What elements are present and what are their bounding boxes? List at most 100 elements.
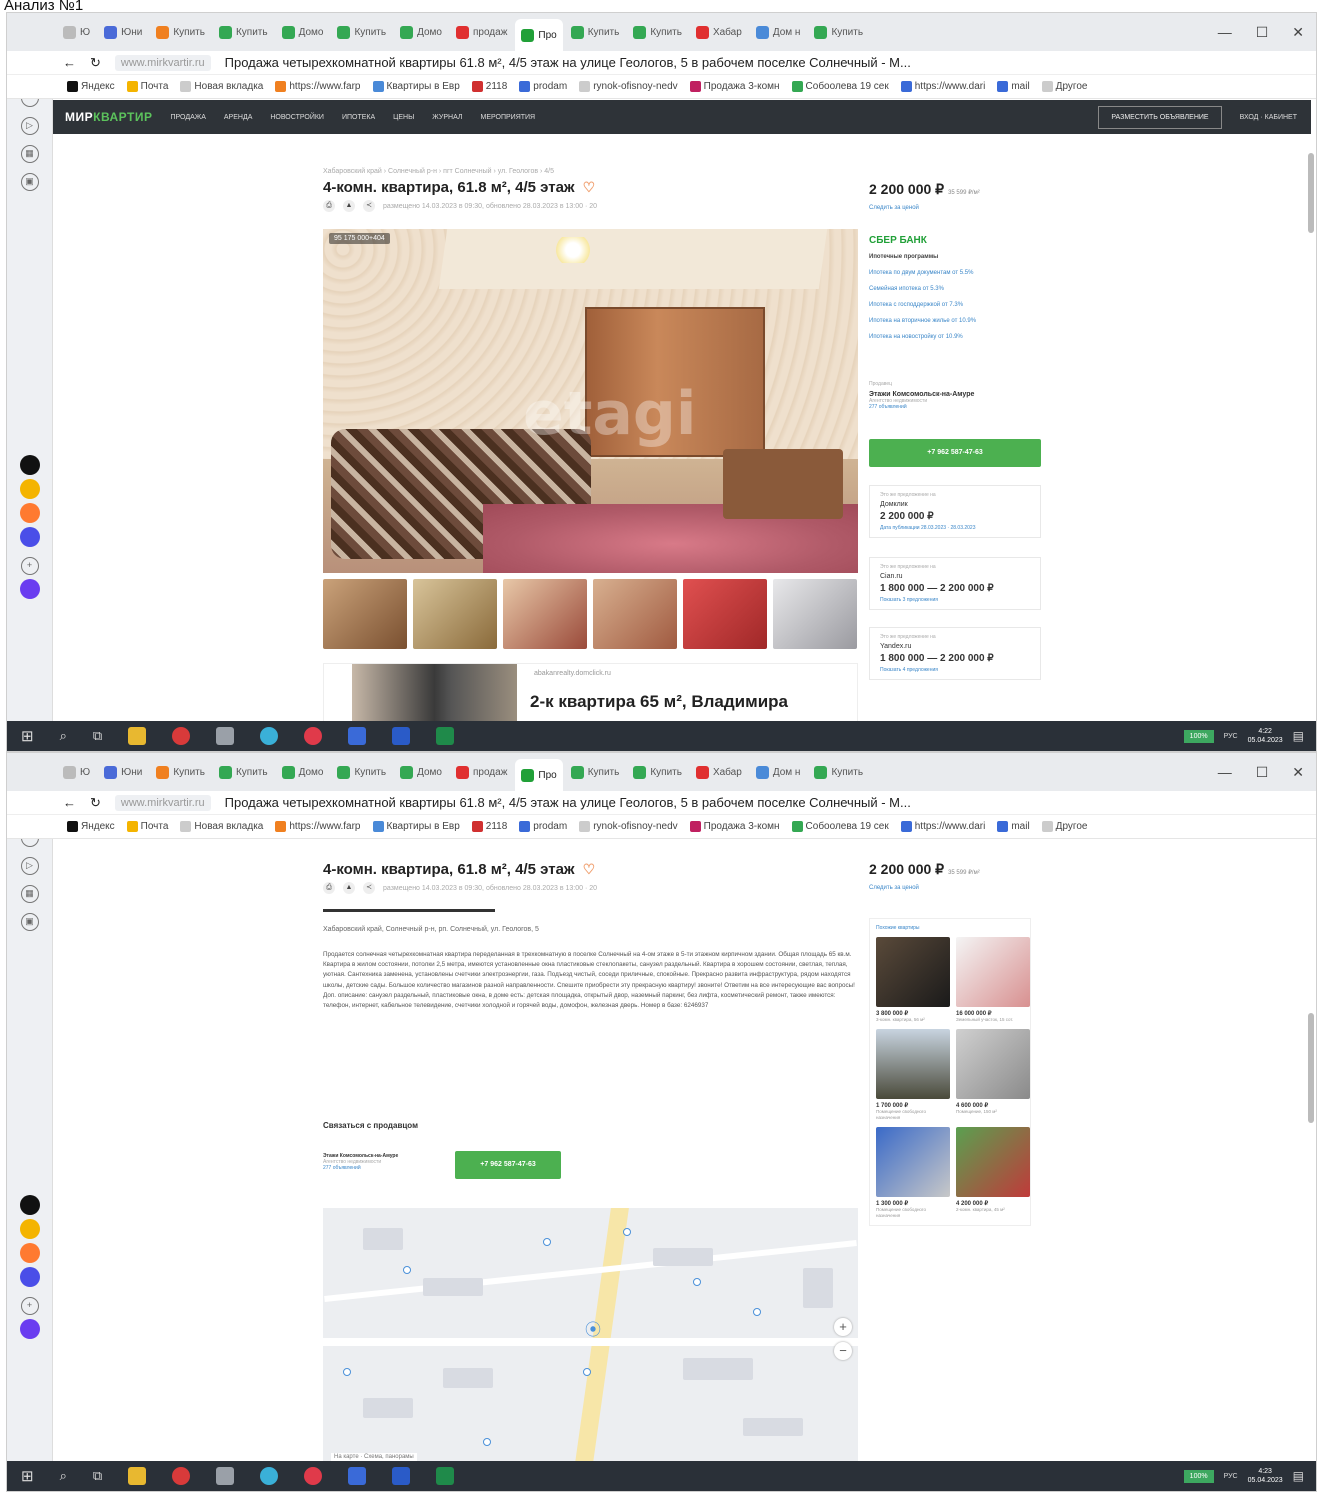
browser-tab[interactable]: Купить [331, 758, 392, 786]
bookmark-item[interactable]: https://www.dari [900, 821, 985, 832]
zoom-out-icon[interactable]: − [834, 1342, 852, 1360]
bookmark-item[interactable]: Почта [126, 81, 168, 92]
bookmark-item[interactable]: Продажа 3-комн [689, 81, 780, 92]
browser-tab[interactable]: Купить [808, 758, 869, 786]
alert-icon[interactable]: ▲ [343, 200, 355, 212]
site-nav-item[interactable]: НОВОСТРОЙКИ [270, 114, 324, 121]
battery-indicator[interactable]: 100% [1183, 729, 1214, 743]
map-caption[interactable]: На карте · Схема, панорамы [331, 1453, 417, 1461]
history-link[interactable]: Показать 4 предложения [880, 667, 1030, 673]
browser-tab[interactable]: Купить [331, 18, 392, 46]
browser-tab[interactable]: Купить [808, 18, 869, 46]
heart-icon[interactable]: ♡ [583, 861, 596, 878]
maximize-icon[interactable]: ☐ [1256, 764, 1269, 781]
back-icon[interactable]: ← [63, 795, 76, 810]
search-icon[interactable]: ⌕ [60, 728, 67, 744]
main-photo[interactable]: 95 175 000+404 etagi [323, 229, 858, 573]
site-nav-item[interactable]: ЦЕНЫ [393, 114, 414, 121]
thumbnail[interactable] [683, 579, 767, 649]
yandex-browser-icon[interactable] [172, 1467, 191, 1485]
battery-indicator[interactable]: 100% [1183, 1469, 1214, 1483]
agent-name[interactable]: Этажи Комсомольск-на-Амуре [869, 391, 1049, 398]
thumbnail[interactable] [323, 579, 407, 649]
bookmark-item[interactable]: rynok-ofisnoy-nedv [579, 821, 678, 832]
windows-icon[interactable]: ⊞ [21, 1467, 34, 1485]
taskview-icon[interactable]: ⧉ [93, 728, 102, 744]
app-icon[interactable] [348, 727, 367, 745]
excel-icon[interactable] [436, 727, 455, 745]
phone-button[interactable]: +7 962 587-47-63 [455, 1151, 561, 1179]
browser-tab[interactable]: Дом н [750, 758, 807, 786]
browser-tab[interactable]: Про [515, 19, 563, 51]
login-link[interactable]: ВХОД · КАБИНЕТ [1240, 114, 1311, 121]
browser-tab[interactable]: Ю [57, 18, 96, 46]
app-icon-3[interactable] [19, 503, 40, 523]
site-nav-item[interactable]: ЖУРНАЛ [432, 114, 462, 121]
history-link[interactable]: Дата публикации 28.03.2023 · 28.03.2023 [880, 525, 1030, 531]
excel-icon[interactable] [436, 1467, 455, 1485]
browser-tab[interactable]: Хабар [690, 18, 748, 46]
minimize-icon[interactable]: — [1218, 764, 1232, 781]
browser-tab[interactable]: Дом н [750, 18, 807, 46]
browser-tab[interactable]: Домо [394, 18, 448, 46]
lang-indicator[interactable]: РУС [1224, 733, 1238, 740]
breadcrumb[interactable]: Хабаровский край › Солнечный р-н › пгт С… [323, 168, 863, 175]
bookmark-item[interactable]: https://www.dari [900, 81, 985, 92]
app-icon[interactable] [348, 1467, 367, 1485]
mortgage-link[interactable]: Семейная ипотека от 5.3% [869, 286, 1049, 292]
history-link[interactable]: Показать 3 предложения [880, 597, 1030, 603]
similar-card[interactable]: 1 300 000 ₽ Помещение свободного назначен… [876, 1127, 950, 1219]
maximize-icon[interactable]: ☐ [1256, 24, 1269, 41]
calendar-icon[interactable]: ▦ [20, 145, 39, 163]
clock[interactable]: 4:23 05.04.2023 [1248, 1467, 1283, 1485]
bookmark-item[interactable]: https://www.farp [275, 81, 361, 92]
thumbnail[interactable] [413, 579, 497, 649]
bookmark-item[interactable]: mail [997, 821, 1030, 832]
alice-icon[interactable] [19, 579, 40, 599]
similar-card[interactable]: 1 700 000 ₽ Помещение свободного назначен… [876, 1029, 950, 1121]
browser-tab[interactable]: Домо [276, 18, 330, 46]
site-nav-item[interactable]: МЕРОПРИЯТИЯ [481, 114, 536, 121]
calendar-icon[interactable]: ▦ [20, 885, 39, 903]
bookmark-item[interactable]: Квартиры в Евр [372, 81, 460, 92]
back-icon[interactable]: ← [63, 55, 76, 70]
bookmark-item[interactable]: Продажа 3-комн [689, 821, 780, 832]
yandex-browser-icon[interactable] [172, 727, 191, 745]
app-icon-1[interactable] [19, 455, 40, 475]
app-icon[interactable] [260, 1467, 279, 1485]
heart-icon[interactable]: ♡ [583, 179, 596, 196]
browser-tab[interactable]: Домо [276, 758, 330, 786]
bookmark-item[interactable]: 2118 [471, 821, 507, 832]
browser-tab[interactable]: Юни [98, 18, 148, 46]
browser-tab[interactable]: Про [515, 759, 563, 791]
app-icon[interactable] [304, 1467, 323, 1485]
bookmark-item[interactable]: Собоолева 19 сек [791, 821, 889, 832]
bookmark-item[interactable]: Другое [1041, 81, 1087, 92]
lang-indicator[interactable]: РУС [1224, 1473, 1238, 1480]
alice-icon[interactable] [19, 1319, 40, 1339]
bookmark-item[interactable]: prodam [519, 81, 567, 92]
media-icon[interactable]: ▷ [20, 117, 39, 135]
site-logo[interactable]: МИРКВАРТИР [65, 110, 153, 124]
thumbnail[interactable] [593, 579, 677, 649]
app-icon-1[interactable] [19, 1195, 40, 1215]
bookmark-item[interactable]: Новая вкладка [180, 821, 263, 832]
similar-card[interactable]: 16 000 000 ₽ Земельный участок, 15 сот. [956, 937, 1030, 1023]
notifications-icon[interactable]: ▤ [1293, 1469, 1304, 1483]
price-watch-link[interactable]: Следить за ценой [869, 885, 919, 891]
similar-card[interactable]: 3 800 000 ₽3-комн. квартира, 56 м² [876, 937, 950, 1023]
thumbnail[interactable] [503, 579, 587, 649]
browser-tab[interactable]: Купить [565, 18, 626, 46]
browser-tab[interactable]: Купить [565, 758, 626, 786]
mortgage-link[interactable]: Ипотека по двум документам от 5.5% [869, 270, 1049, 276]
clock[interactable]: 4:22 05.04.2023 [1248, 727, 1283, 745]
media-icon[interactable]: ▷ [20, 857, 39, 875]
bookmark-item[interactable]: Почта [126, 821, 168, 832]
mortgage-link[interactable]: Ипотека на новостройку от 10.9% [869, 334, 1049, 340]
taskview-icon[interactable]: ⧉ [93, 1468, 102, 1484]
browser-tab[interactable]: Купить [213, 758, 274, 786]
app-icon-3[interactable] [19, 1243, 40, 1263]
browser-tab[interactable]: Хабар [690, 758, 748, 786]
app-icon[interactable] [216, 727, 235, 745]
notifications-icon[interactable]: ▤ [1293, 729, 1304, 743]
